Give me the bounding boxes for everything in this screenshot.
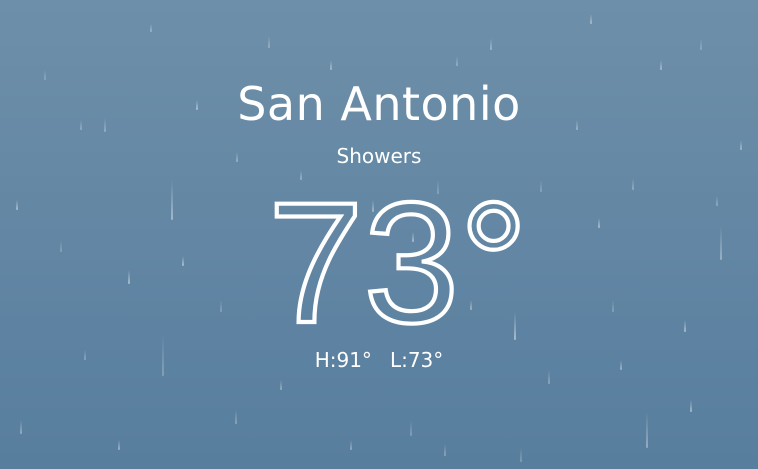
high-low-temperatures: H:91° L:73° xyxy=(0,346,758,374)
rain-drop xyxy=(590,14,592,24)
current-temperature: 73° xyxy=(268,172,528,342)
low-temperature: L:73° xyxy=(389,348,444,372)
rain-drop xyxy=(660,60,662,70)
rain-drop xyxy=(20,420,22,434)
rain-drop xyxy=(456,56,458,66)
rain-drop xyxy=(350,440,352,450)
rain-drop xyxy=(444,444,446,456)
current-temperature-graphic: 73° xyxy=(266,172,530,342)
rain-drop xyxy=(280,380,282,390)
rain-drop xyxy=(520,448,522,462)
condition-text: Showers xyxy=(336,144,422,168)
rain-drop xyxy=(150,24,152,32)
rain-drop xyxy=(235,410,237,424)
rain-drop xyxy=(268,36,270,48)
rain-drop xyxy=(490,38,492,50)
rain-drop xyxy=(646,412,648,448)
rain-drop xyxy=(118,440,120,450)
rain-drop xyxy=(410,420,412,436)
location-name: San Antonio xyxy=(237,77,521,131)
rain-drop xyxy=(330,60,332,70)
high-temperature: H:91° xyxy=(314,348,372,372)
rain-drop xyxy=(690,400,692,412)
rain-drop xyxy=(700,38,702,50)
